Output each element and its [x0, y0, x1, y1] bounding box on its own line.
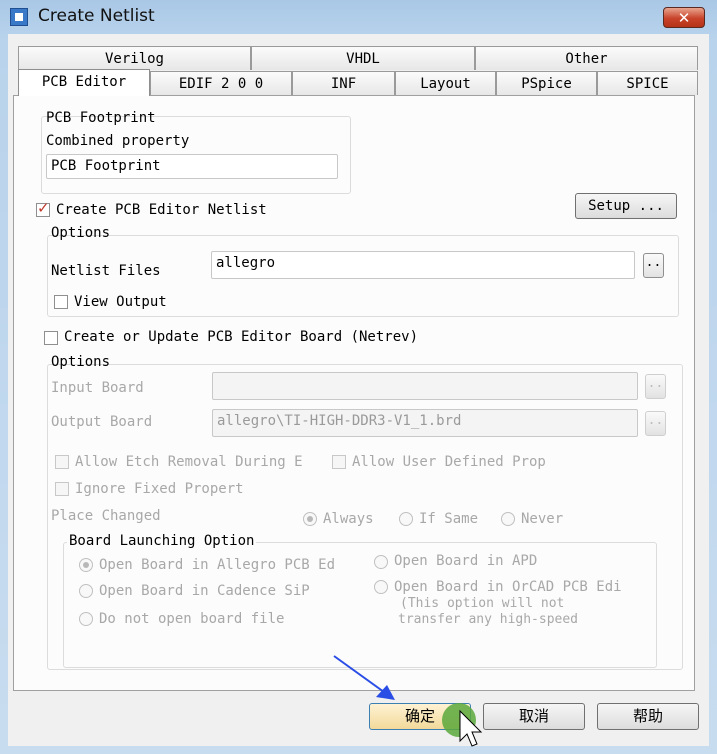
annotation-overlay	[333, 655, 483, 747]
tab-pcb-editor[interactable]: PCB Editor	[18, 69, 150, 96]
annotation-arrow-line	[333, 655, 385, 693]
create-netlist-window: Create Netlist ✕ Verilog VHDL Other PCB …	[0, 0, 717, 754]
